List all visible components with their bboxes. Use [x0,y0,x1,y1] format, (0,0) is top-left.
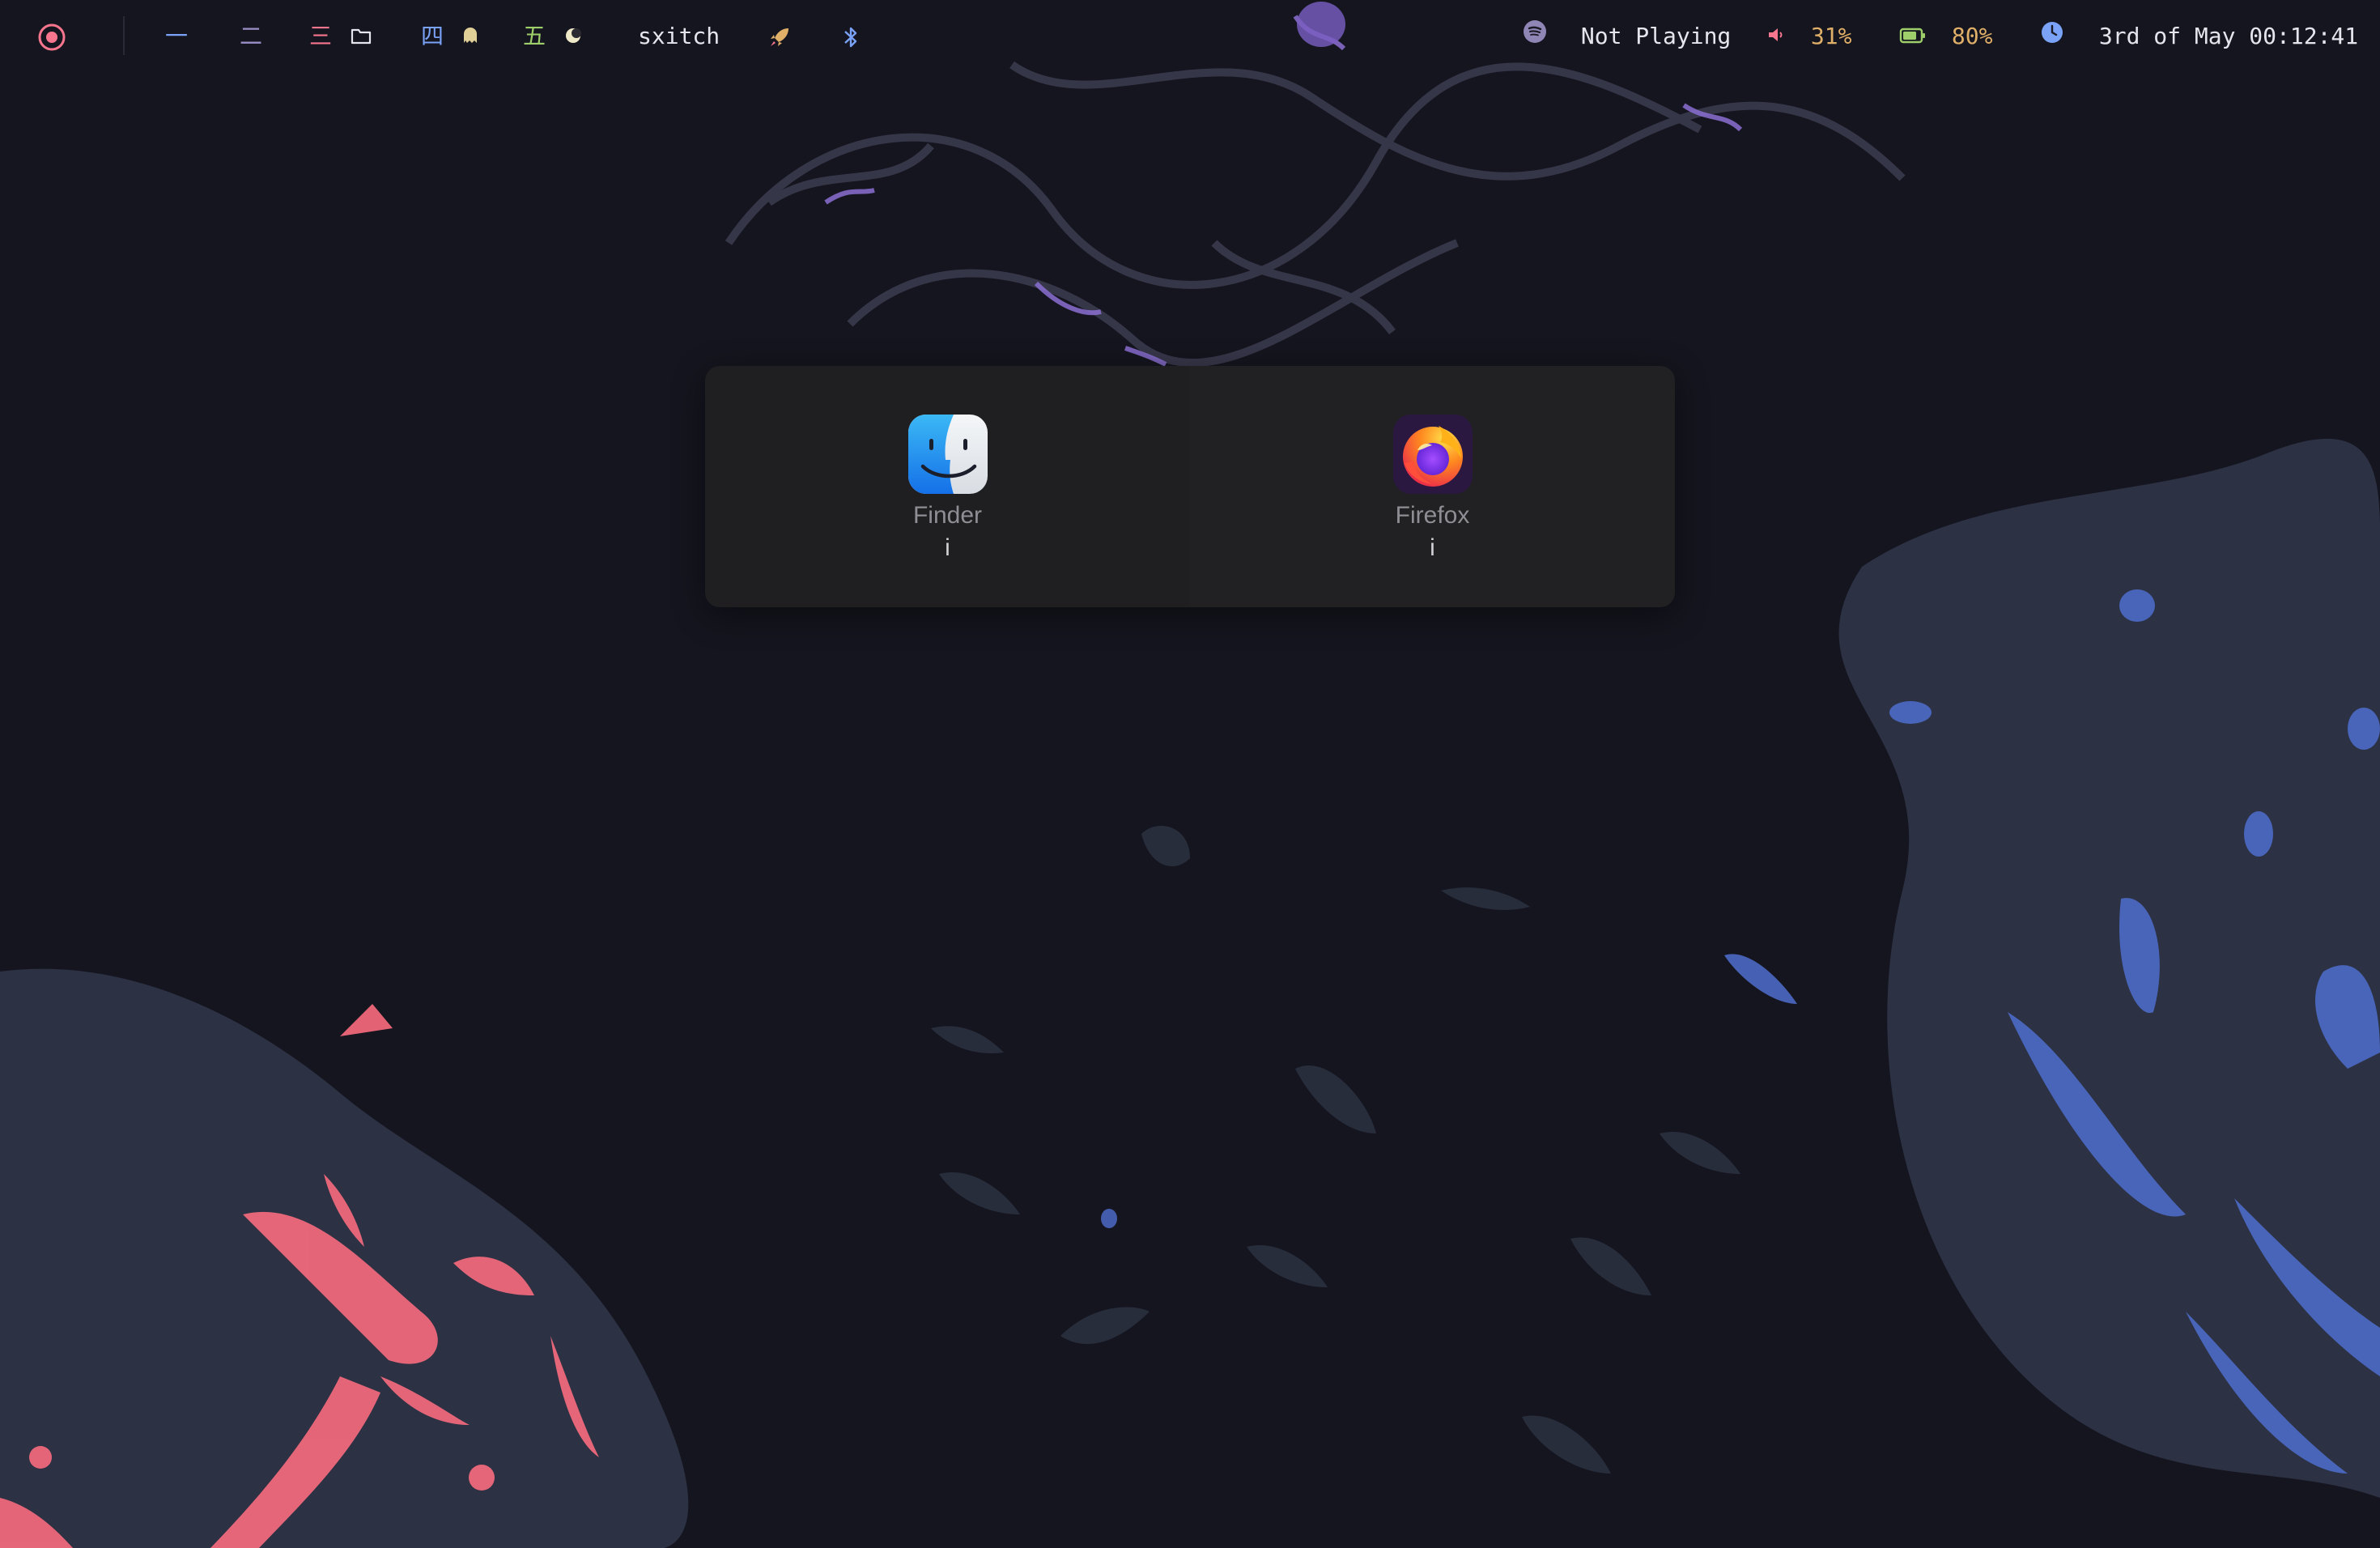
space-1[interactable]: 一 [165,18,188,55]
space-5-label: 五 [523,23,546,49]
space-1-label: 一 [165,23,189,49]
finder-icon [908,415,988,494]
app-shortcut-key: i [945,534,950,561]
front-app-label[interactable]: sxitch [638,18,720,55]
bluetooth-icon[interactable] [842,18,860,55]
space-3[interactable]: 三 [309,18,372,55]
divider [123,16,125,55]
app-tile-finder[interactable]: Finder i [705,366,1190,607]
app-shortcut-key: i [1430,534,1435,561]
battery-icon [1899,19,1927,56]
app-tile-firefox[interactable]: Firefox i [1190,366,1675,607]
spotify-icon [1522,19,1548,56]
volume-widget[interactable]: 31% [1766,18,1851,55]
folder-icon [351,19,372,56]
speaker-icon [1766,19,1786,56]
music-status-label: Not Playing [1580,23,1732,49]
desktop: 一 二 三 四 五 sxitch Not Playing 31% 80% 3rd… [0,0,2380,1548]
space-4-label: 四 [421,23,444,49]
ghost-icon [462,19,478,56]
clock-label: 3rd of May 00:12:41 [2098,23,2359,49]
menu-bar: 一 二 三 四 五 sxitch Not Playing 31% 80% 3rd… [0,0,2380,73]
wallpaper-art [0,2,2380,1548]
record-circle-icon[interactable] [36,18,68,55]
battery-widget[interactable]: 80% [1899,18,1992,55]
space-2[interactable]: 二 [240,18,262,55]
music-widget[interactable]: Not Playing [1522,18,1731,55]
clock-widget[interactable]: 3rd of May 00:12:41 [2040,18,2358,55]
battery-label: 80% [1951,23,1993,49]
space-5[interactable]: 五 [523,18,582,55]
clock-icon [2040,19,2064,56]
app-name: Firefox [1395,502,1470,529]
space-4[interactable]: 四 [421,18,478,55]
volume-label: 31% [1810,23,1852,49]
firefox-icon [1393,415,1473,494]
app-name: Finder [912,502,983,529]
app-switcher: Finder i Firefox i [705,366,1675,607]
space-3-label: 三 [309,23,333,49]
space-2-label: 二 [240,23,263,49]
rocket-icon[interactable] [767,18,792,55]
moon-icon [564,19,582,56]
